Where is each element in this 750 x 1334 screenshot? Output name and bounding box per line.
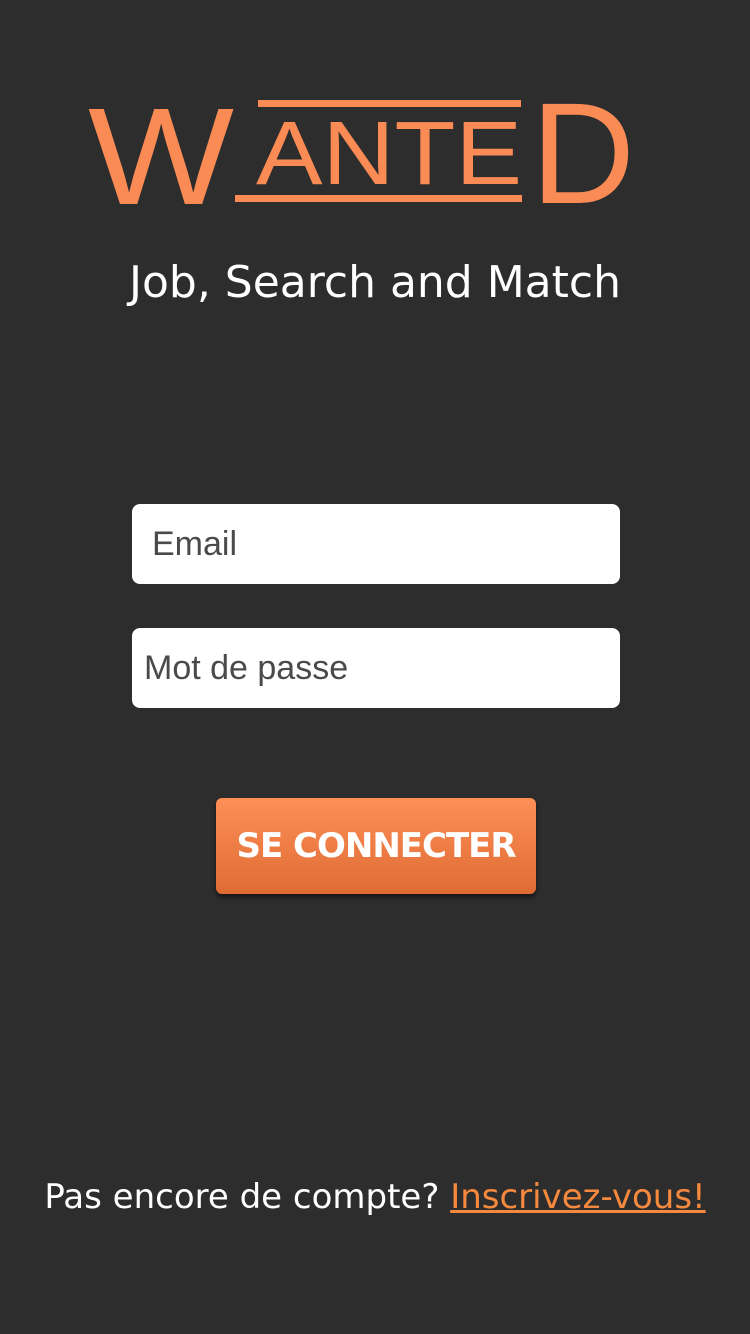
logo-letter-d: D	[531, 96, 635, 208]
login-button[interactable]: SE CONNECTER	[216, 798, 536, 894]
logo-bottom-bar	[235, 195, 522, 202]
email-field[interactable]	[132, 504, 620, 584]
signup-link[interactable]: Inscrivez-vous!	[450, 1177, 705, 1217]
wanted-logo: W ANTE D	[88, 73, 636, 234]
logo-letter-w: W	[88, 96, 234, 208]
signup-prompt-text: Pas encore de compte?	[44, 1177, 440, 1217]
password-field[interactable]	[132, 628, 620, 708]
wanted-logo-graphic: W ANTE D	[88, 73, 635, 234]
signup-prompt-line: Pas encore de compte? Inscrivez-vous!	[0, 1172, 750, 1222]
tagline: Job, Search and Match	[129, 257, 621, 308]
logo-letters-ante: ANTE	[256, 104, 522, 204]
